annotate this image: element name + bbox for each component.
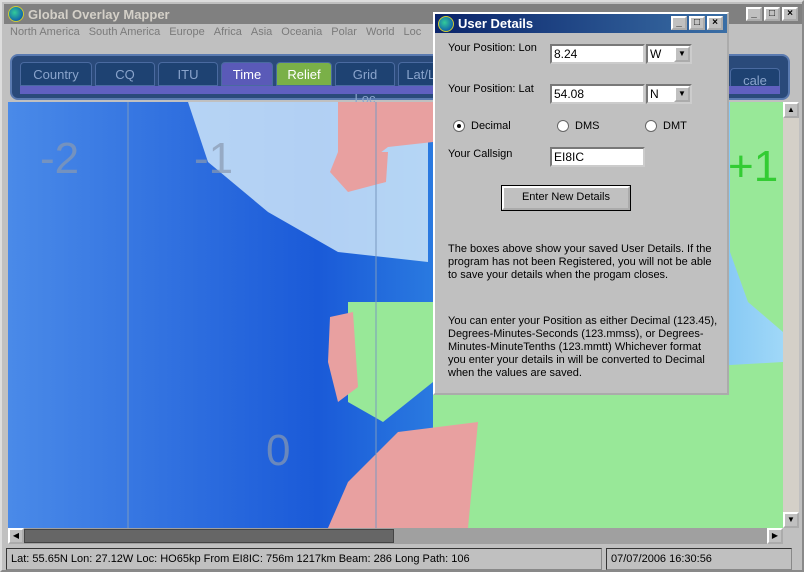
radio-dmt[interactable]: DMT: [645, 120, 687, 132]
radio-label: DMS: [575, 120, 600, 132]
close-button[interactable]: ×: [782, 7, 798, 21]
tab-relief[interactable]: Relief: [276, 62, 332, 86]
tab-itu[interactable]: ITU: [158, 62, 218, 86]
info-paragraph-2: You can enter your Position as either De…: [448, 315, 718, 379]
tab-time[interactable]: Time: [221, 62, 273, 86]
dialog-title: User Details: [458, 16, 534, 31]
lat-direction-value: N: [650, 87, 659, 101]
lat-input[interactable]: 54.08: [550, 84, 645, 104]
menu-europe[interactable]: Europe: [169, 26, 204, 44]
radio-label: DMT: [663, 120, 687, 132]
radio-indicator: [557, 120, 569, 132]
menu-oceania[interactable]: Oceania: [281, 26, 322, 44]
horizontal-scrollbar[interactable]: ◀ ▶: [8, 528, 783, 544]
dialog-title-bar[interactable]: User Details _ □ ×: [435, 14, 727, 33]
status-datetime: 07/07/2006 16:30:56: [606, 548, 792, 570]
scroll-up-button[interactable]: ▲: [783, 102, 799, 118]
menu-north-america[interactable]: North America: [10, 26, 80, 44]
scroll-thumb[interactable]: [24, 529, 394, 543]
lon-input[interactable]: 8.24: [550, 44, 645, 64]
tab-cq[interactable]: CQ: [95, 62, 155, 86]
menu-world[interactable]: World: [366, 26, 395, 44]
lon-direction-select[interactable]: W ▼: [646, 44, 692, 64]
window-title: Global Overlay Mapper: [28, 6, 170, 22]
globe-icon: [438, 15, 454, 32]
menu-bar: North America South America Europe Afric…: [6, 26, 421, 44]
zone-label: +1: [728, 142, 779, 191]
status-info: Lat: 55.65N Lon: 27.12W Loc: HO65kp From…: [6, 548, 602, 570]
menu-loc[interactable]: Loc: [403, 26, 421, 44]
callsign-input[interactable]: EI8IC: [550, 147, 645, 167]
radio-dms[interactable]: DMS: [557, 120, 599, 132]
lat-direction-select[interactable]: N ▼: [646, 84, 692, 104]
maximize-button[interactable]: □: [764, 7, 780, 21]
lon-direction-value: W: [650, 47, 662, 61]
menu-south-america[interactable]: South America: [89, 26, 161, 44]
minimize-button[interactable]: _: [746, 7, 762, 21]
tab-grid-loc[interactable]: Grid Loc: [335, 62, 395, 106]
chevron-down-icon[interactable]: ▼: [674, 46, 690, 62]
radio-decimal[interactable]: Decimal: [453, 120, 511, 132]
callsign-label: Your Callsign: [448, 148, 513, 160]
dialog-close-button[interactable]: ×: [707, 16, 723, 30]
dialog-minimize-button[interactable]: _: [671, 16, 687, 30]
chevron-down-icon[interactable]: ▼: [674, 86, 690, 102]
globe-icon: [8, 6, 24, 22]
menu-polar[interactable]: Polar: [331, 26, 357, 44]
enter-new-details-button[interactable]: Enter New Details: [501, 185, 631, 211]
vertical-scrollbar[interactable]: ▲ ▼: [783, 102, 799, 528]
zone-label: -2: [40, 134, 80, 183]
zone-label: 0: [266, 426, 291, 475]
menu-africa[interactable]: Africa: [214, 26, 242, 44]
radio-label: Decimal: [471, 120, 511, 132]
scroll-down-button[interactable]: ▼: [783, 512, 799, 528]
user-details-dialog: User Details _ □ × Your Position: Lon 8.…: [433, 12, 729, 395]
scroll-right-button[interactable]: ▶: [767, 528, 783, 544]
zone-label: -1: [194, 134, 234, 183]
info-paragraph-1: The boxes above show your saved User Det…: [448, 243, 712, 281]
radio-indicator: [645, 120, 657, 132]
lon-label: Your Position: Lon: [448, 42, 537, 54]
radio-indicator: [453, 120, 465, 132]
dialog-maximize-button[interactable]: □: [689, 16, 705, 30]
scroll-left-button[interactable]: ◀: [8, 528, 24, 544]
menu-asia[interactable]: Asia: [251, 26, 272, 44]
tab-country[interactable]: Country: [20, 62, 92, 86]
lat-label: Your Position: Lat: [448, 83, 534, 95]
